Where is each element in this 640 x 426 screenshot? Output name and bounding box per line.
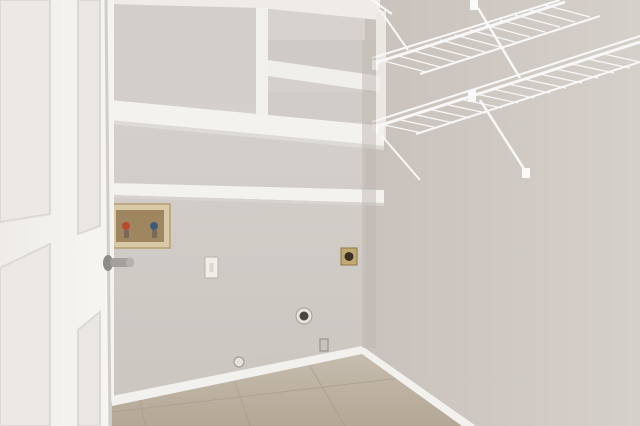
rack-clip bbox=[522, 168, 530, 178]
light-switch bbox=[204, 256, 219, 279]
wall-corner-shadow bbox=[362, 40, 376, 348]
dryer-vent bbox=[295, 307, 313, 325]
rack-clip bbox=[470, 0, 478, 10]
laundry-room-scene bbox=[0, 0, 640, 426]
right-wall bbox=[362, 0, 640, 426]
rack-clip bbox=[468, 90, 476, 102]
washer-valve-box bbox=[109, 203, 171, 249]
door-open bbox=[0, 0, 112, 426]
hot-valve-icon bbox=[122, 222, 130, 230]
dryer-outlet bbox=[340, 247, 358, 266]
laundry-room-photo bbox=[0, 0, 640, 426]
cold-valve-icon bbox=[150, 222, 158, 230]
